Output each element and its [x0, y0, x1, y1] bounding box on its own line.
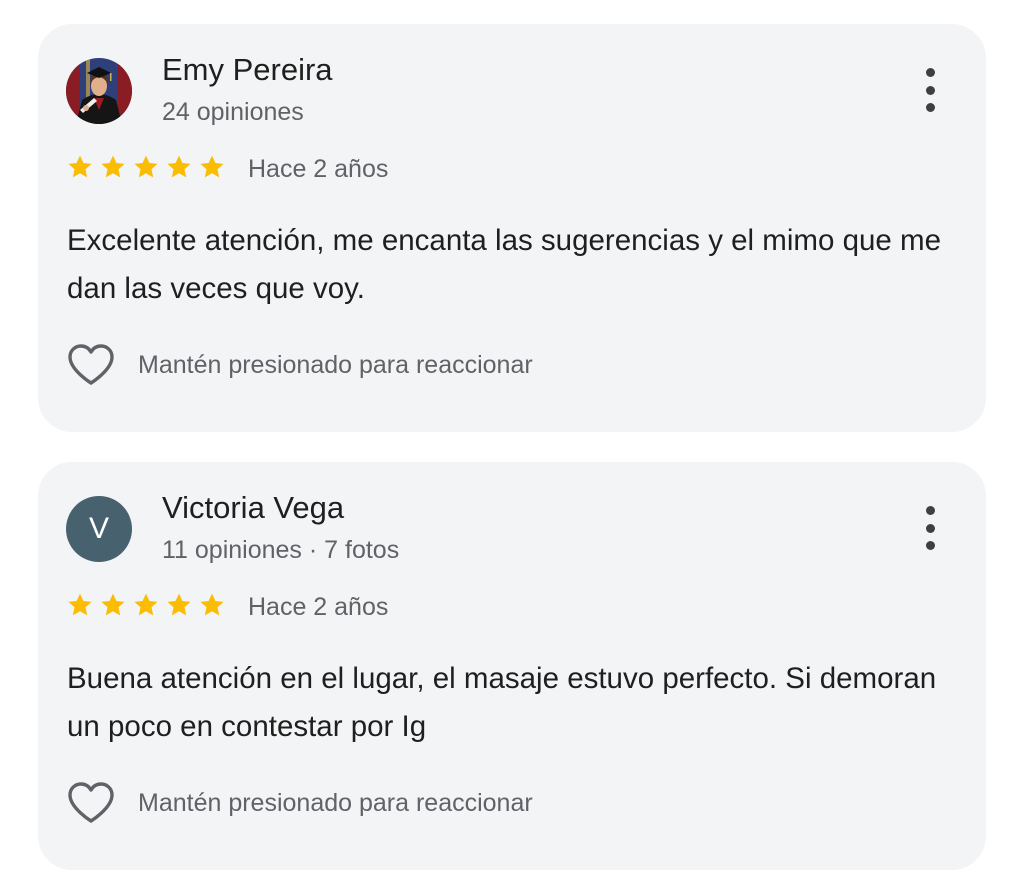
more-vert-icon: [925, 68, 935, 77]
reaction-button[interactable]: Mantén presionado para reaccionar: [66, 780, 533, 826]
more-vert-icon: [925, 103, 935, 112]
review-text: Buena atención en el lugar, el masaje es…: [67, 662, 937, 743]
more-vert-icon: [925, 523, 935, 533]
more-vert-icon: [925, 541, 935, 550]
star-icon: [101, 593, 125, 616]
profile-photo: [66, 58, 132, 124]
more-vert-icon: [925, 85, 935, 95]
star-rating: [66, 591, 226, 619]
star-icon: [167, 155, 191, 178]
reviewer-name[interactable]: Victoria Vega: [162, 490, 344, 526]
reaction-hint: Mantén presionado para reaccionar: [138, 788, 533, 817]
star-rating: [66, 153, 226, 181]
more-vert-icon: [925, 506, 935, 515]
reaction-hint: Mantén presionado para reaccionar: [138, 350, 533, 379]
review-date: Hace 2 años: [248, 155, 389, 183]
star-icon: [134, 593, 158, 616]
reviewer-meta: 11 opiniones · 7 fotos: [162, 536, 400, 564]
star-icon: [167, 593, 191, 616]
heart-outline-icon: [68, 782, 114, 823]
review-card: V Victoria Vega 11 opiniones · 7 fotos H…: [38, 462, 986, 870]
star-icon: [101, 155, 125, 178]
avatar[interactable]: V: [66, 496, 132, 562]
reaction-button[interactable]: Mantén presionado para reaccionar: [66, 342, 533, 388]
review-date: Hace 2 años: [248, 593, 389, 621]
star-icon: [68, 155, 92, 178]
star-icon: [200, 593, 224, 616]
star-icon: [134, 155, 158, 178]
review-text: Excelente atención, me encanta las suger…: [67, 224, 941, 305]
more-options-button[interactable]: [916, 506, 944, 550]
more-options-button[interactable]: [916, 68, 944, 112]
star-icon: [200, 155, 224, 178]
reviewer-name[interactable]: Emy Pereira: [162, 52, 333, 88]
star-icon: [68, 593, 92, 616]
reviewer-meta: 24 opiniones: [162, 98, 304, 126]
heart-outline-icon: [68, 344, 114, 385]
review-card: Emy Pereira 24 opiniones Hace 2 años Exc…: [38, 24, 986, 432]
avatar[interactable]: [66, 58, 132, 124]
